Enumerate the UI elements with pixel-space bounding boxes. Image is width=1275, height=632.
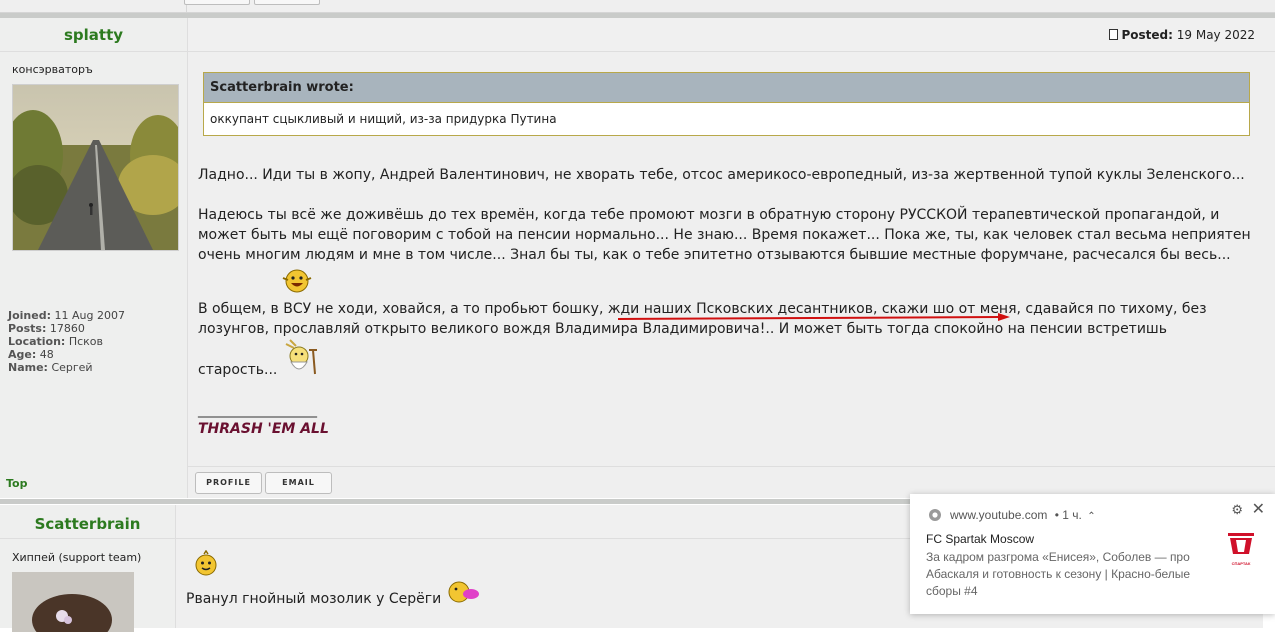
avatar xyxy=(12,572,134,632)
stat-location: Location: Псков xyxy=(8,335,104,348)
red-arrow-annotation xyxy=(617,313,1010,321)
signature-line: _________________ xyxy=(198,402,317,418)
stat-age: Age: 48 xyxy=(8,348,54,361)
quote-header: Scatterbrain wrote: xyxy=(204,73,1249,103)
previous-email-button[interactable] xyxy=(254,0,320,5)
posted-label: Posted: xyxy=(1121,28,1173,42)
gear-icon[interactable]: ⚙ xyxy=(1231,502,1243,518)
notification-time: • 1 ч. xyxy=(1054,508,1082,522)
previous-post-footer xyxy=(0,0,1275,13)
avatar-hedgehog-image xyxy=(12,572,134,632)
stat-posts: Posts: 17860 xyxy=(8,322,85,335)
chrome-icon xyxy=(929,509,941,521)
author-name[interactable]: Scatterbrain xyxy=(0,515,175,533)
post-author-cell: splatty xyxy=(0,18,188,52)
author-name[interactable]: splatty xyxy=(0,26,187,44)
user-stats: Joined: 11 Aug 2007 Posts: 17860 Locatio… xyxy=(8,309,125,374)
old-man-smiley-icon xyxy=(285,339,317,375)
spartak-logo-text: СПАРТАК xyxy=(1231,561,1251,566)
email-button[interactable]: EMAIL xyxy=(265,472,332,494)
notification-title: FC Spartak Moscow xyxy=(926,532,1035,546)
post-paragraph-2: Надеюсь ты всё же доживёшь до тех времён… xyxy=(198,207,1251,263)
close-icon[interactable]: ✕ xyxy=(1252,499,1265,519)
profile-button[interactable]: PROFILE xyxy=(195,472,262,494)
spartak-logo-icon: СПАРТАК xyxy=(1226,530,1256,566)
post-icon[interactable] xyxy=(1109,29,1119,40)
post-header-cell: Posted: 19 May 2022 xyxy=(188,18,1275,52)
browser-notification[interactable]: www.youtube.com • 1 ч. ⌃ ⚙ ✕ FC Spartak … xyxy=(910,494,1275,614)
post2-author-cell: Scatterbrain xyxy=(0,505,176,539)
quote-text: оккупант сцыкливый и нищий, из-за придур… xyxy=(210,112,557,126)
notification-source: www.youtube.com • 1 ч. ⌃ xyxy=(950,508,1096,522)
stat-name: Name: Сергей xyxy=(8,361,93,374)
user-rank: консэрваторъ xyxy=(12,63,93,76)
stat-joined: Joined: 11 Aug 2007 xyxy=(8,309,125,322)
notification-text: За кадром разгрома «Енисея», Соболев — п… xyxy=(926,550,1191,598)
smiley-icon xyxy=(195,550,217,576)
top-link[interactable]: Top xyxy=(6,477,27,490)
post-profile-cell: консэрваторъ Joined: 11 Aug 2007 Posts: … xyxy=(0,52,188,498)
quote-block: Scatterbrain wrote: оккупант сцыкливый и… xyxy=(203,72,1250,136)
post-paragraph-1: Ладно... Иди ты в жопу, Андрей Валентино… xyxy=(198,167,1245,183)
kissing-smiley-icon xyxy=(448,581,479,603)
post-paragraph-4: старость... xyxy=(198,362,278,378)
user-rank: Хиппей (support team) xyxy=(12,551,142,564)
laughing-smiley-icon xyxy=(282,269,312,293)
chevron-up-icon[interactable]: ⌃ xyxy=(1087,511,1095,522)
avatar-road-image xyxy=(13,85,178,250)
signature: THRASH 'EM ALL xyxy=(198,421,329,437)
posted-date: 19 May 2022 xyxy=(1176,28,1255,42)
post2-profile-cell: Хиппей (support team) xyxy=(0,539,176,632)
post-footer-divider xyxy=(188,466,1275,467)
post2-text: Рванул гнойный мозолик у Серёги xyxy=(186,591,442,607)
avatar xyxy=(12,84,179,251)
spartak-logo-mark xyxy=(1228,533,1254,554)
post-date: Posted: 19 May 2022 xyxy=(1109,28,1255,42)
previous-profile-button[interactable] xyxy=(184,0,250,5)
